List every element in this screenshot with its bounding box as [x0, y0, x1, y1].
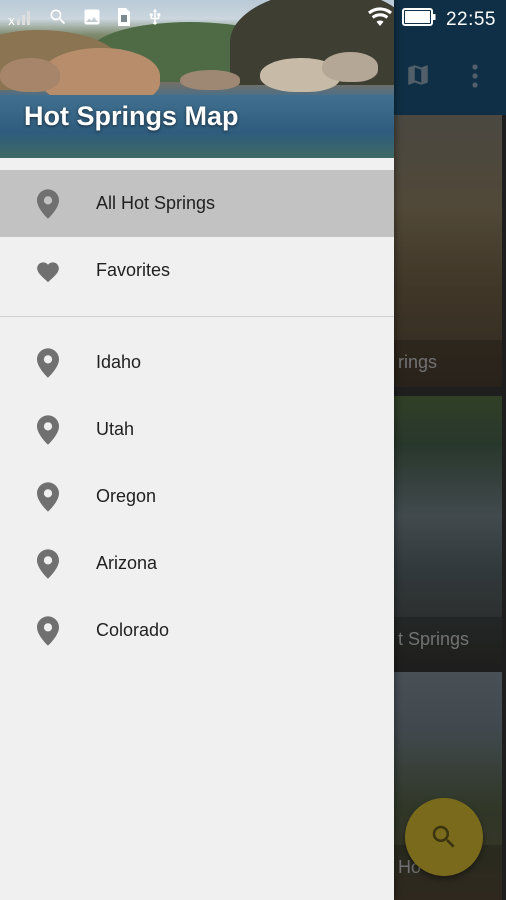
- menu-item-arizona[interactable]: Arizona: [0, 530, 394, 597]
- menu-item-label: Idaho: [96, 352, 142, 372]
- menu-item-colorado[interactable]: Colorado: [0, 597, 394, 664]
- menu-item-label: Utah: [96, 419, 135, 439]
- location-pin-icon: [35, 481, 61, 512]
- clock: 22:55: [445, 8, 496, 30]
- location-pin-icon: [35, 548, 61, 579]
- menu-item-idaho[interactable]: Idaho: [0, 329, 394, 396]
- menu-item-favorites[interactable]: Favorites: [0, 237, 394, 304]
- sim-icon: [116, 7, 132, 32]
- location-pin-icon: [35, 615, 61, 646]
- status-bar: x 22:55: [0, 0, 506, 36]
- menu-item-utah[interactable]: Utah: [0, 396, 394, 463]
- drawer-title: Hot Springs Map: [24, 101, 239, 131]
- search-icon: [432, 825, 455, 848]
- usb-icon: [146, 6, 164, 33]
- image-icon: [82, 7, 102, 32]
- navigation-drawer: Hot Springs Map All Hot Springs Favorite…: [0, 0, 394, 900]
- location-pin-icon: [35, 414, 61, 445]
- wifi-icon: [367, 7, 392, 32]
- search-fab[interactable]: [405, 798, 483, 876]
- battery-icon: [401, 8, 436, 31]
- menu-item-oregon[interactable]: Oregon: [0, 463, 394, 530]
- location-pin-icon: [35, 347, 61, 378]
- location-pin-icon: [35, 188, 61, 219]
- menu-item-label: Oregon: [96, 486, 157, 506]
- drawer-menu: All Hot Springs Favorites Idaho Utah Ore…: [0, 170, 394, 664]
- menu-item-label: Colorado: [96, 620, 170, 640]
- heart-icon: [35, 256, 61, 286]
- menu-item-label: Favorites: [96, 260, 171, 280]
- menu-item-label: All Hot Springs: [96, 193, 216, 213]
- search-icon: [48, 7, 68, 32]
- menu-divider: [0, 316, 394, 317]
- menu-item-label: Arizona: [96, 553, 158, 573]
- signal-x-icon: x: [8, 7, 34, 32]
- menu-item-all-hot-springs[interactable]: All Hot Springs: [0, 170, 394, 237]
- svg-text:x: x: [8, 14, 15, 27]
